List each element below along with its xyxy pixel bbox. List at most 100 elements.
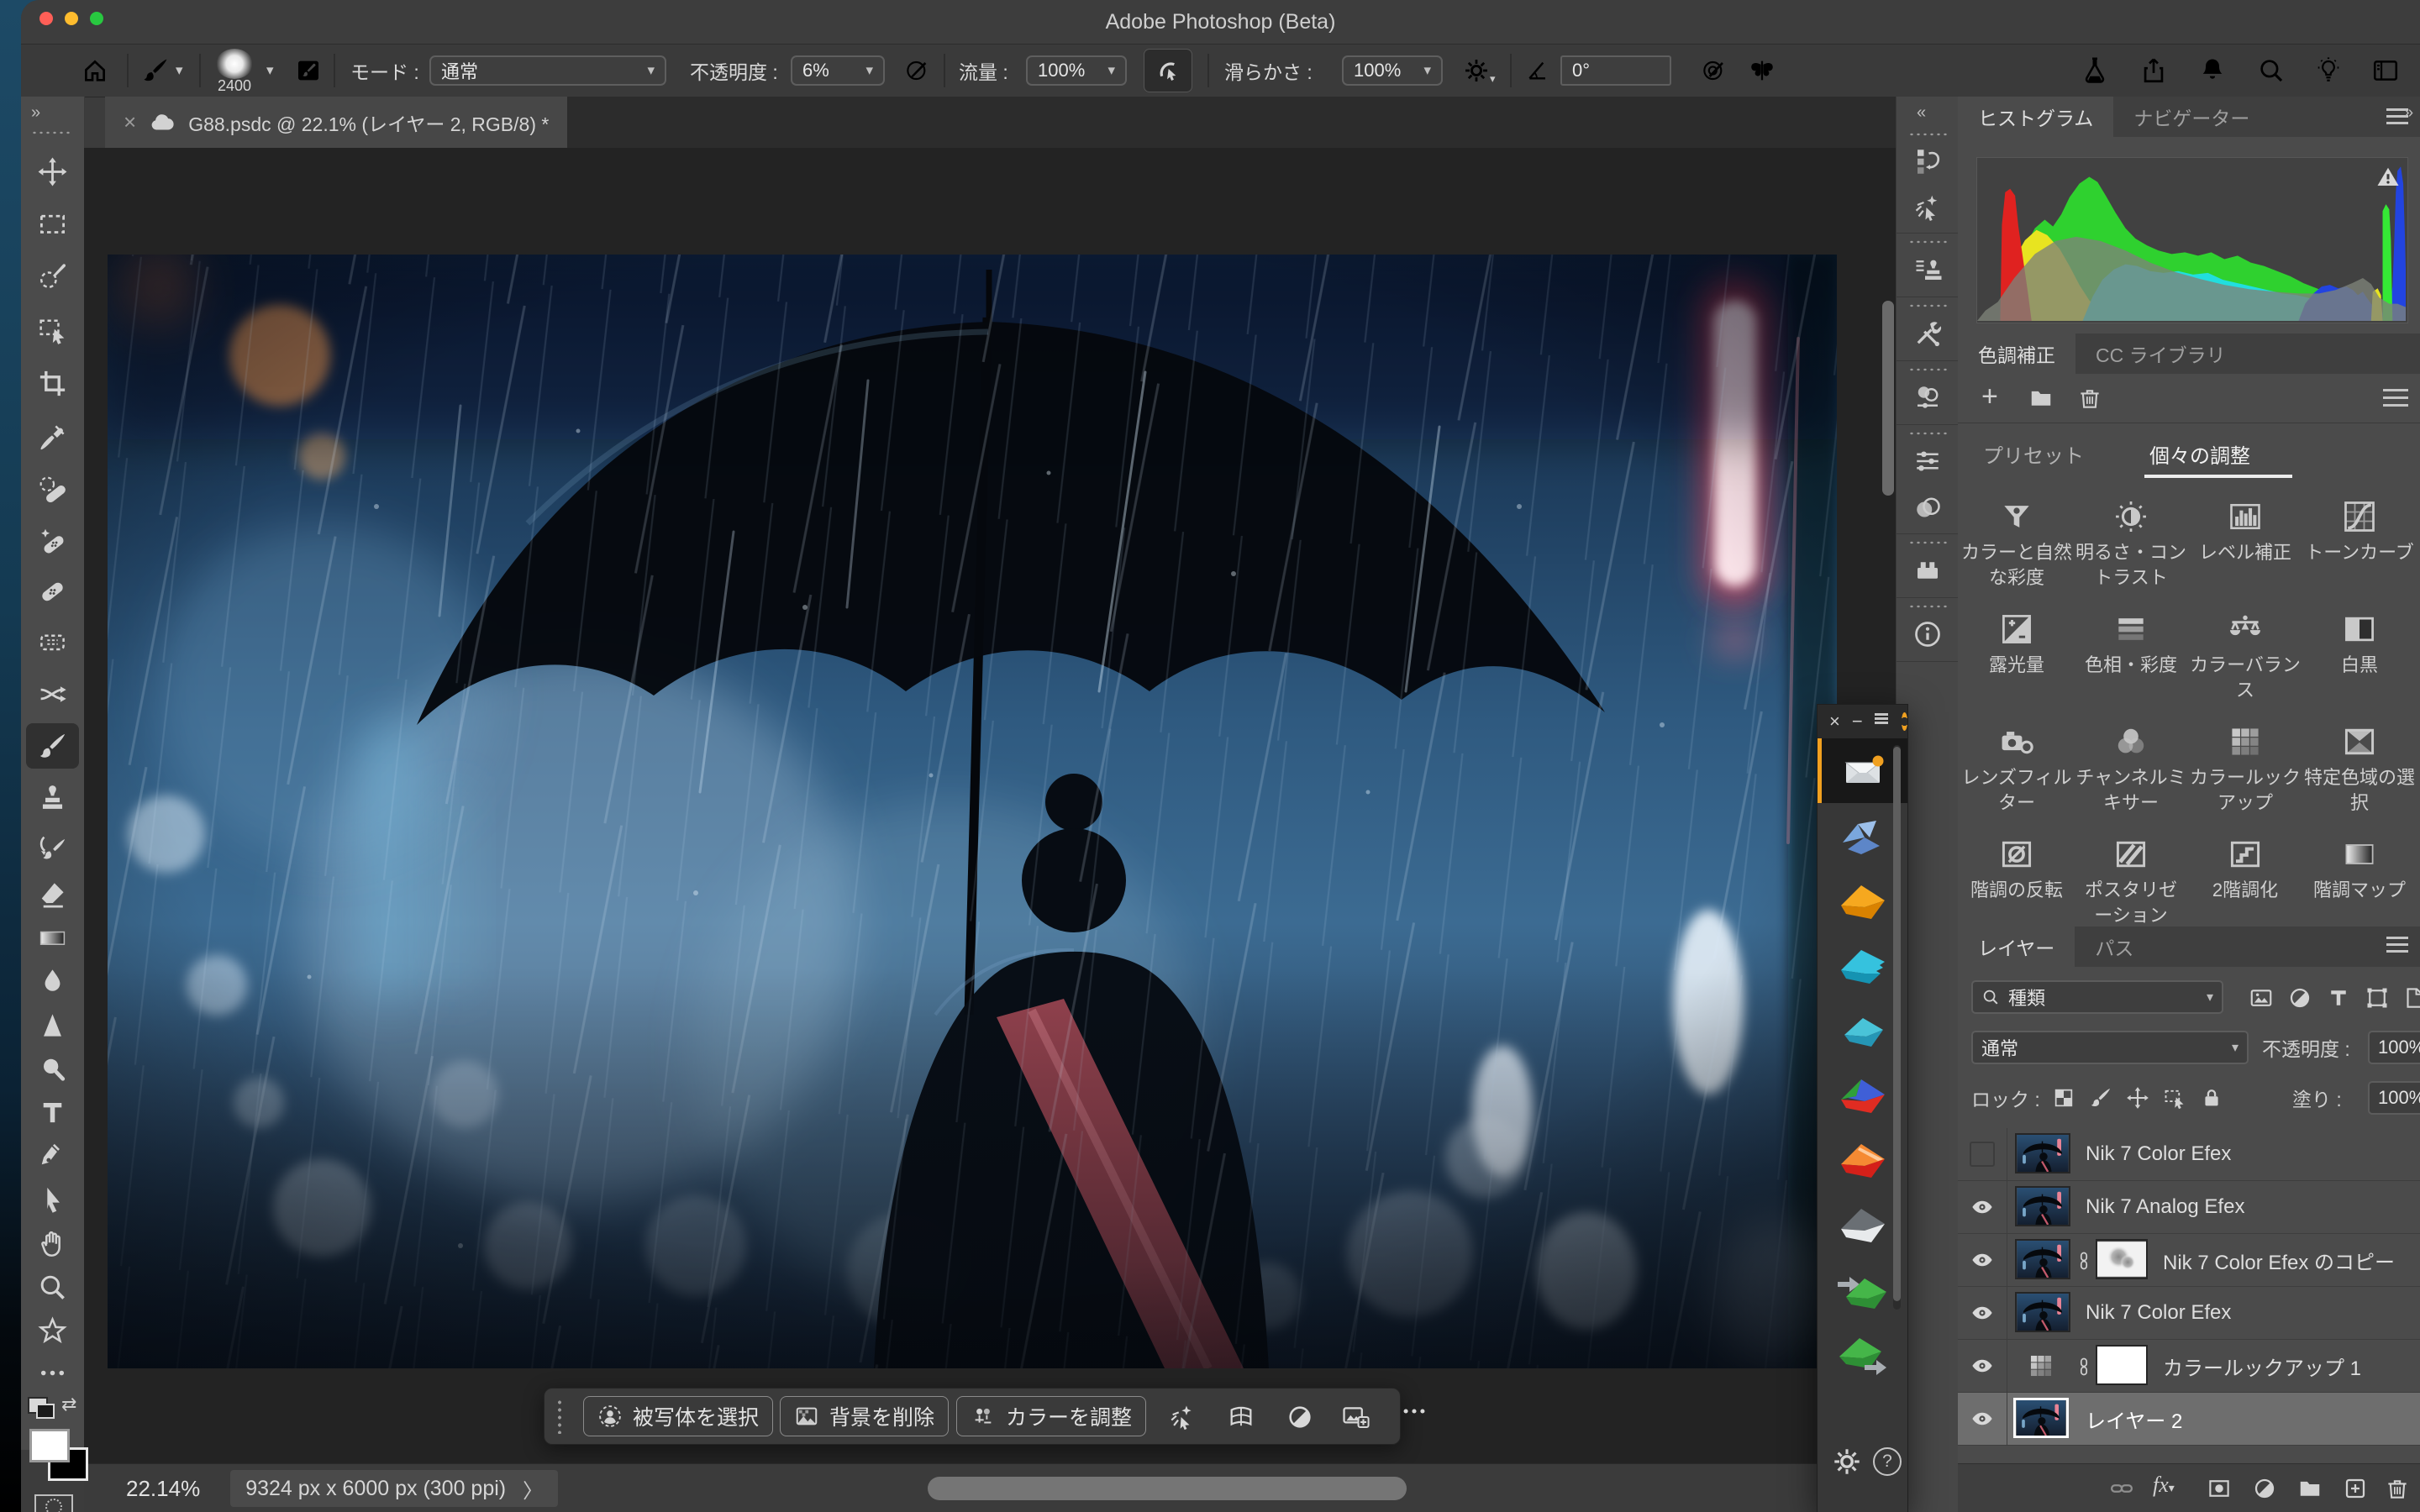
tab-histogram[interactable]: ヒストグラム xyxy=(1958,97,2113,137)
nik-minimize-icon[interactable]: − xyxy=(1852,711,1863,732)
layers-panel-menu-icon[interactable] xyxy=(2386,937,2408,939)
layer-row-nik7-color-efex-copy[interactable]: Nik 7 Color Efex のコピー xyxy=(1958,1234,2420,1287)
link-layers-icon[interactable] xyxy=(2109,1476,2134,1501)
subtab-presets[interactable]: プリセット xyxy=(1983,439,2084,469)
taskbar-drag-handle[interactable] xyxy=(556,1399,563,1434)
edit-toolbar-dots-icon[interactable] xyxy=(26,1350,79,1395)
adjustment-threshold[interactable]: 2階調化 xyxy=(2188,836,2302,903)
blend-mode-select[interactable]: 通常▾ xyxy=(429,55,666,86)
canvas-vertical-scrollbar[interactable] xyxy=(1882,301,1894,496)
adjustment-photo-filter[interactable]: レンズフィルター xyxy=(1960,723,2074,816)
layer-row-nik7-color-efex[interactable]: Nik 7 Color Efex xyxy=(1958,1287,2420,1340)
libraries-icon[interactable] xyxy=(1911,554,1944,587)
layer-thumbnail[interactable] xyxy=(2013,1398,2069,1438)
tool-pen[interactable] xyxy=(26,1133,79,1179)
tool-sharpen[interactable] xyxy=(26,1002,79,1047)
document-canvas[interactable] xyxy=(108,255,1837,1368)
lock-artboard-icon[interactable] xyxy=(2163,1086,2186,1110)
tab-navigator[interactable]: ナビゲーター xyxy=(2113,97,2270,137)
tool-zoom[interactable] xyxy=(26,1264,79,1310)
swap-colors-icon[interactable]: ⇄ xyxy=(61,1394,76,1415)
symmetry-butterfly-icon[interactable] xyxy=(1745,54,1779,87)
toolbar-grip[interactable] xyxy=(31,130,73,135)
layer-filter-select[interactable]: 種類▾ xyxy=(1971,980,2223,1014)
tab-adjustments[interactable]: 色調補正 xyxy=(1958,333,2075,374)
new-adjustment-layer-icon[interactable] xyxy=(2252,1476,2277,1501)
layer-row-nik7-color-efex-top[interactable]: Nik 7 Color Efex xyxy=(1958,1128,2420,1181)
remove-background-button[interactable]: 背景を削除 xyxy=(780,1396,949,1436)
expand-dock-icon[interactable]: » xyxy=(2404,103,2413,123)
home-icon[interactable] xyxy=(78,54,112,87)
select-subject-button[interactable]: 被写体を選択 xyxy=(583,1396,773,1436)
layer-name[interactable]: Nik 7 Color Efex xyxy=(2086,1128,2231,1180)
ai-sparkle-icon[interactable] xyxy=(1911,191,1944,224)
layer-row-layer2-selected[interactable]: レイヤー 2 xyxy=(1958,1393,2420,1446)
adjustment-color-lookup[interactable]: カラールックアップ xyxy=(2188,723,2302,816)
nik-help-icon[interactable]: ? xyxy=(1873,1447,1902,1476)
pressure-size-icon[interactable] xyxy=(1697,54,1730,87)
tool-object-selection[interactable] xyxy=(26,307,79,352)
adjustment-curves[interactable]: トーンカーブ xyxy=(2302,498,2417,565)
adjust-color-button[interactable]: カラーを調整 xyxy=(956,1396,1146,1436)
color-lookup-icon[interactable] xyxy=(2027,1352,2055,1380)
filter-adjustment-layers-icon[interactable] xyxy=(2287,985,2312,1011)
transform-warp-icon[interactable] xyxy=(1227,1403,1255,1431)
visibility-toggle-on[interactable] xyxy=(1958,1181,2007,1233)
tool-healing-brush[interactable] xyxy=(26,569,79,614)
layer-mask-thumbnail[interactable] xyxy=(2096,1239,2148,1279)
nik-settings-gear-icon[interactable] xyxy=(1833,1447,1861,1476)
brush-preview[interactable] xyxy=(216,49,253,79)
tool-content-aware-move[interactable] xyxy=(26,671,79,717)
chevron-down-icon[interactable]: ▾ xyxy=(1490,72,1496,86)
smoothing-gear-icon[interactable] xyxy=(1460,54,1493,87)
filter-smart-object-icon[interactable] xyxy=(2402,985,2420,1011)
adjustment-black-white[interactable]: 白黒 xyxy=(2302,611,2417,678)
adjustment-hue-saturation[interactable]: 色相・彩度 xyxy=(2074,611,2188,678)
bell-icon[interactable] xyxy=(2196,54,2229,87)
tool-selection-brush[interactable] xyxy=(26,253,79,298)
generative-sparkle-icon[interactable] xyxy=(1168,1403,1197,1431)
adjustment-brightness-contrast[interactable]: 明るさ・コントラスト xyxy=(2074,498,2188,591)
search-icon[interactable] xyxy=(2254,54,2288,87)
nik-collection-panel[interactable]: × − xyxy=(1817,704,1908,1512)
canvas-area[interactable] xyxy=(84,148,1917,1463)
layer-style-fx-icon[interactable]: fx▾ xyxy=(2153,1473,2175,1498)
panel-grip[interactable] xyxy=(1908,540,1947,545)
tool-gradient[interactable] xyxy=(26,915,79,960)
nik-close-icon[interactable]: × xyxy=(1829,711,1840,732)
warning-triangle-icon[interactable] xyxy=(2375,165,2401,190)
tool-dodge[interactable] xyxy=(26,1046,79,1091)
layer-row-nik7-analog-efex[interactable]: Nik 7 Analog Efex xyxy=(1958,1181,2420,1234)
nik-scrollbar-thumb[interactable] xyxy=(1893,747,1901,1301)
flow-select[interactable]: 100%▾ xyxy=(1026,55,1127,86)
tool-move[interactable] xyxy=(26,149,79,194)
tool-spot-healing[interactable] xyxy=(26,518,79,564)
tool-rectangular-marquee[interactable] xyxy=(26,201,79,246)
add-image-icon[interactable] xyxy=(1341,1403,1370,1431)
chevron-down-icon[interactable]: ▾ xyxy=(176,62,183,79)
expand-toolbar-icon[interactable]: » xyxy=(31,103,42,123)
beta-flask-icon[interactable] xyxy=(2078,54,2112,87)
tab-paths[interactable]: パス xyxy=(2075,927,2154,967)
adjustment-icon[interactable] xyxy=(1286,1403,1314,1431)
layer-name[interactable]: Nik 7 Analog Efex xyxy=(2086,1181,2244,1233)
lock-all-icon[interactable] xyxy=(2200,1086,2223,1110)
lock-transparency-icon[interactable] xyxy=(2052,1086,2075,1110)
adjustment-exposure[interactable]: 露光量 xyxy=(1960,611,2074,678)
trash-icon[interactable] xyxy=(2077,386,2102,415)
subtab-individual[interactable]: 個々の調整 xyxy=(2149,439,2250,469)
layer-thumbnail[interactable] xyxy=(2015,1292,2070,1332)
tool-custom-shape-star[interactable] xyxy=(26,1308,79,1353)
airbrush-toggle[interactable] xyxy=(1144,49,1192,92)
layer-row-color-lookup[interactable]: カラールックアップ 1 xyxy=(1958,1340,2420,1393)
layer-mask-link-icon[interactable] xyxy=(2074,1247,2094,1274)
new-layer-icon[interactable] xyxy=(2343,1476,2368,1501)
visibility-toggle-on[interactable] xyxy=(1958,1393,2007,1445)
more-options-icon[interactable] xyxy=(1400,1397,1428,1425)
tool-brush-selected[interactable] xyxy=(26,723,79,769)
panel-grip[interactable] xyxy=(1908,303,1947,308)
nik-title-bar[interactable]: × − xyxy=(1818,705,1907,738)
lock-position-icon[interactable] xyxy=(2126,1086,2149,1110)
panel-grip[interactable] xyxy=(1908,604,1947,609)
layer-name[interactable]: カラールックアップ 1 xyxy=(2163,1340,2361,1392)
